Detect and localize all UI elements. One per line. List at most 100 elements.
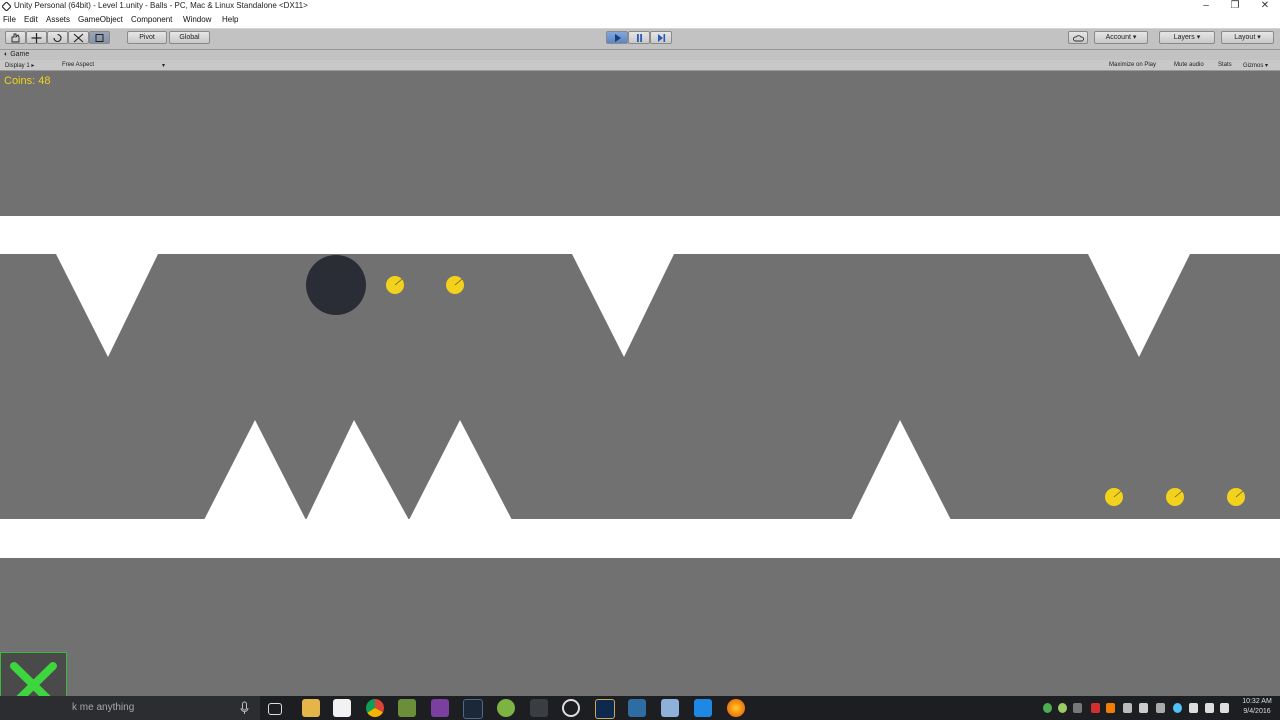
menu-component[interactable]: Component [131, 15, 172, 24]
rotate-icon [53, 33, 62, 43]
menu-file[interactable]: File [3, 15, 16, 24]
tray-icon[interactable] [1173, 703, 1182, 713]
unity-icon[interactable] [530, 699, 548, 717]
account-dropdown[interactable]: Account ▾ [1094, 31, 1148, 44]
gizmos-label: Gizmos [1243, 63, 1264, 69]
store-icon[interactable] [333, 699, 351, 717]
game-view-toolbar: Display 1 ▸ Free Aspect ▾ Maximize on Pla… [0, 60, 1280, 71]
notification-icon[interactable] [1220, 703, 1229, 713]
floor-spike [851, 420, 951, 520]
coin [386, 276, 404, 294]
tray-icon[interactable] [1106, 703, 1115, 713]
coin [1166, 488, 1184, 506]
tray-icon[interactable] [1091, 703, 1100, 713]
move-tool-button[interactable] [26, 31, 47, 44]
stats-toggle[interactable]: Stats [1218, 62, 1232, 68]
visual-studio-icon[interactable] [431, 699, 449, 717]
app-icon[interactable] [694, 699, 712, 717]
cloud-icon [1072, 35, 1084, 42]
minimize-button[interactable]: – [1191, 0, 1221, 13]
app-icon[interactable] [661, 699, 679, 717]
window-title-bar: Unity Personal (64bit) - Level 1.unity -… [0, 0, 1280, 13]
floor-wall [0, 519, 1280, 558]
tray-icon[interactable] [1073, 703, 1082, 713]
minecraft-icon[interactable] [398, 699, 416, 717]
floor-spike [306, 420, 409, 520]
tray-icon[interactable] [1123, 703, 1132, 713]
layout-label: Layout [1234, 34, 1256, 41]
microphone-icon[interactable] [240, 701, 249, 715]
menu-edit[interactable]: Edit [24, 15, 38, 24]
coin [446, 276, 464, 294]
unity-logo-icon [2, 2, 11, 11]
search-box[interactable]: k me anything [0, 696, 260, 720]
ceiling-spike [1088, 254, 1190, 357]
tray-icon[interactable] [1058, 703, 1067, 713]
aspect-label: Free Aspect [62, 62, 95, 68]
layers-label: Layers [1173, 34, 1195, 41]
league-icon[interactable] [595, 699, 615, 719]
ceiling-spike [56, 254, 158, 357]
app-icon[interactable] [628, 699, 646, 717]
clock[interactable]: 10:32 AM 9/4/2016 [1238, 697, 1276, 717]
clock-time: 10:32 AM [1242, 698, 1272, 705]
pause-button[interactable] [628, 31, 650, 44]
firefox-icon[interactable] [727, 699, 745, 717]
global-label: Global [179, 34, 200, 41]
display-label: Display 1 [5, 63, 30, 69]
game-tab[interactable]: ◐ Game [4, 51, 29, 58]
chevron-down-icon: ▾ [1196, 34, 1201, 41]
ceiling-wall [0, 216, 1280, 254]
coin [1227, 488, 1245, 506]
play-button[interactable] [606, 31, 628, 44]
tray-icon[interactable] [1043, 703, 1052, 713]
floor-spike [409, 420, 512, 520]
steam-icon[interactable] [463, 699, 483, 719]
play-icon [614, 34, 621, 42]
global-toggle[interactable]: Global [169, 31, 210, 44]
task-view-icon[interactable] [268, 703, 282, 715]
layout-dropdown[interactable]: Layout ▾ [1221, 31, 1274, 44]
menu-assets[interactable]: Assets [46, 15, 70, 24]
hand-icon [11, 33, 20, 43]
account-label: Account [1105, 34, 1131, 41]
menu-gameobject[interactable]: GameObject [78, 15, 123, 24]
rotate-tool-button[interactable] [47, 31, 68, 44]
cloud-button[interactable] [1068, 31, 1088, 44]
pivot-label: Pivot [139, 34, 155, 41]
clock-date: 9/4/2016 [1243, 708, 1271, 715]
maximize-button[interactable]: ❐ [1220, 0, 1250, 13]
pause-icon [636, 34, 642, 42]
gizmos-dropdown[interactable]: Gizmos ▾ [1243, 62, 1268, 69]
volume-icon[interactable] [1205, 703, 1214, 713]
pivot-toggle[interactable]: Pivot [127, 31, 167, 44]
scale-icon [73, 33, 84, 43]
hand-tool-button[interactable] [5, 31, 26, 44]
rect-tool-button[interactable] [89, 31, 110, 44]
menu-window[interactable]: Window [183, 15, 211, 24]
file-explorer-icon[interactable] [302, 699, 320, 717]
game-view[interactable]: Coins: 48 [0, 71, 1280, 696]
step-button[interactable] [650, 31, 672, 44]
game-tab-header: ◐ Game [0, 50, 1280, 60]
player-ball [306, 255, 366, 315]
android-icon[interactable] [497, 699, 515, 717]
coin [1105, 488, 1123, 506]
display-dropdown[interactable]: Display 1 ▸ [5, 62, 34, 69]
tray-icon[interactable] [1139, 703, 1148, 713]
menu-help[interactable]: Help [222, 15, 238, 24]
window-title: Unity Personal (64bit) - Level 1.unity -… [14, 1, 308, 10]
close-button[interactable]: ✕ [1250, 0, 1280, 13]
aspect-dropdown[interactable]: Free Aspect ▾ [62, 62, 165, 69]
tray-icon[interactable] [1156, 703, 1165, 713]
mute-audio-toggle[interactable]: Mute audio [1174, 62, 1204, 68]
menu-bar: File Edit Assets GameObject Component Wi… [0, 13, 1280, 29]
layers-dropdown[interactable]: Layers ▾ [1159, 31, 1215, 44]
chrome-icon[interactable] [366, 699, 384, 717]
maximize-on-play-toggle[interactable]: Maximize on Play [1109, 62, 1156, 68]
taskbar: k me anything 10:32 AM 9/4/2016 [0, 696, 1280, 720]
floor-spike [204, 420, 306, 520]
obs-icon[interactable] [562, 699, 580, 717]
scale-tool-button[interactable] [68, 31, 89, 44]
network-icon[interactable] [1189, 703, 1198, 713]
